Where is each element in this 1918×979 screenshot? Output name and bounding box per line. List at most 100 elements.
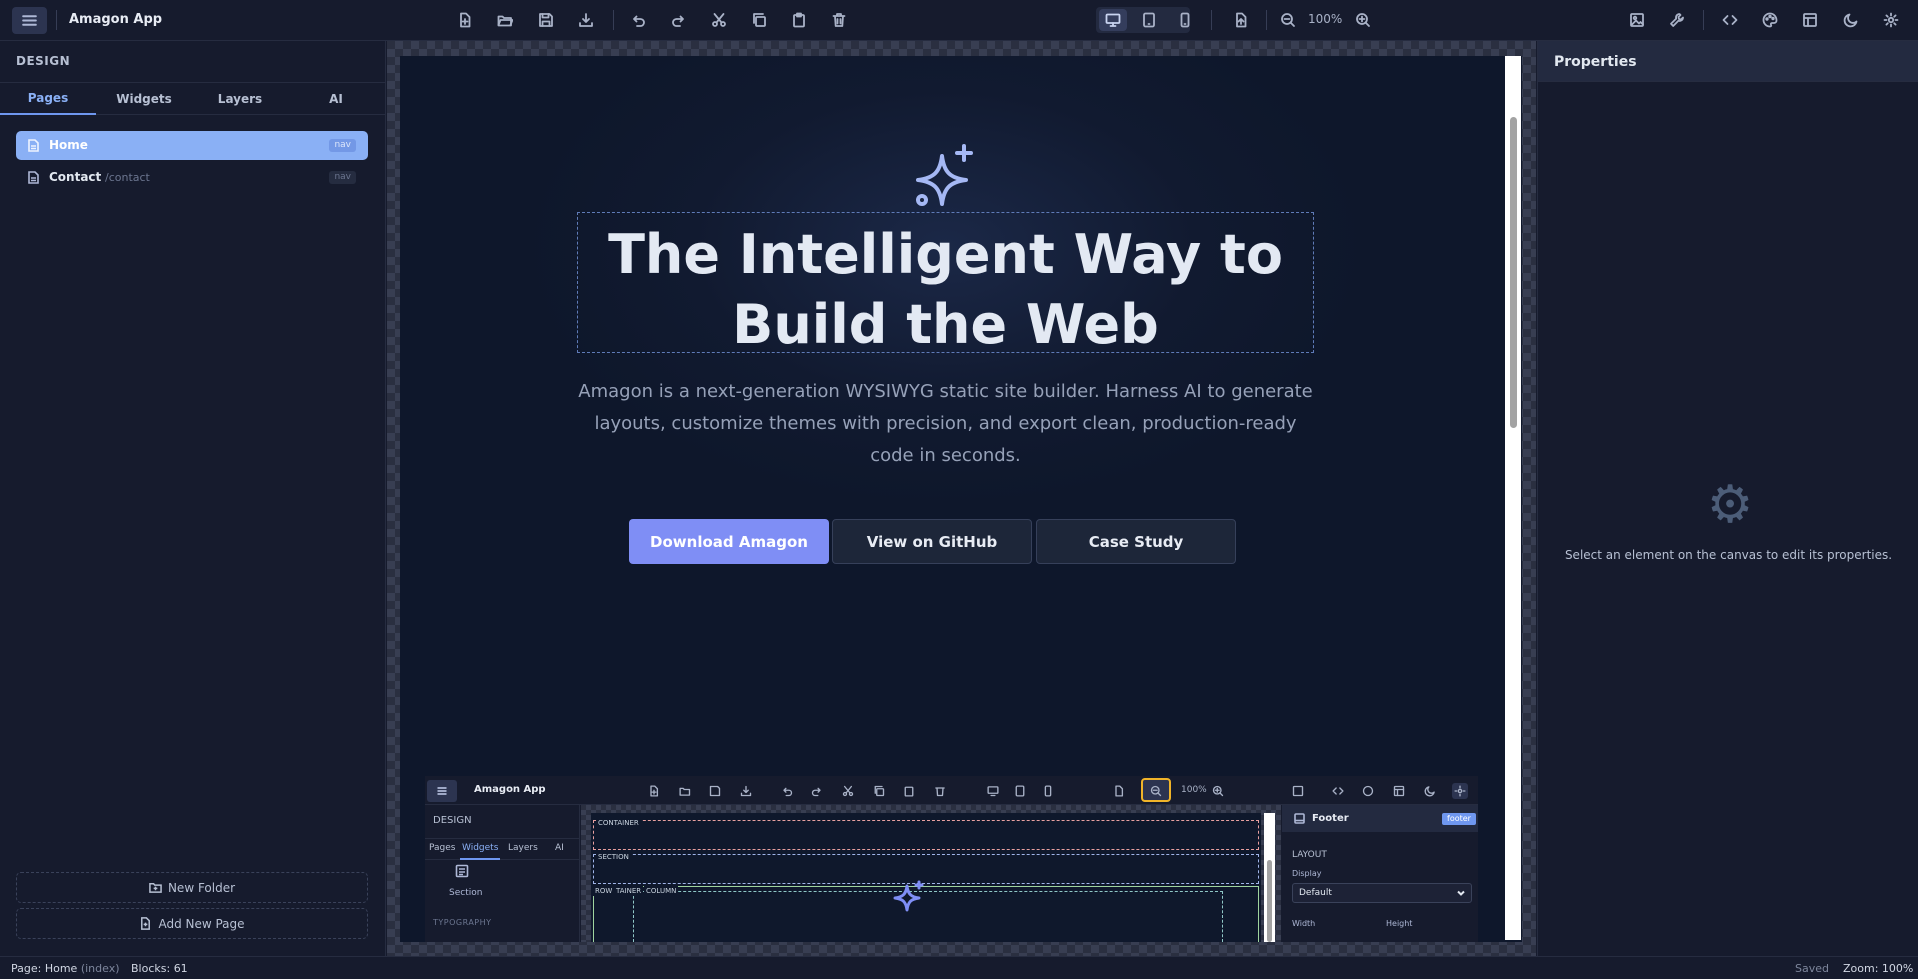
paste-icon[interactable]	[786, 8, 812, 32]
case-study-button[interactable]: Case Study	[1036, 519, 1236, 564]
page-icon	[28, 171, 39, 184]
hero-headline[interactable]: The Intelligent Way to Build the Web	[577, 220, 1314, 360]
top-toolbar: Amagon App 100%	[0, 0, 1918, 41]
page-settings-icon[interactable]	[1228, 8, 1254, 32]
tab-ai[interactable]: AI	[288, 83, 384, 115]
add-page-button[interactable]: Add New Page	[16, 908, 368, 939]
preview-toolbar: Amagon App 100%	[425, 776, 1478, 805]
mobile-icon[interactable]	[1172, 8, 1198, 32]
tablet-icon	[1012, 783, 1028, 799]
desktop-icon	[985, 783, 1001, 799]
settings-icon[interactable]	[1878, 8, 1904, 32]
zoom-in-icon[interactable]	[1350, 8, 1376, 32]
typography-heading: TYPOGRAPHY	[433, 918, 492, 927]
preview-tab-ai: AI	[555, 843, 564, 853]
page-name: Home	[49, 138, 88, 152]
active-tab-indicator	[460, 858, 500, 860]
gear-icon: ⚙	[1706, 475, 1754, 535]
width-label: Width	[1292, 919, 1316, 928]
container-label: CONTAINER	[596, 818, 641, 828]
cut-icon	[840, 783, 856, 799]
zoom-out-icon	[1148, 783, 1164, 799]
separator	[56, 10, 57, 30]
properties-panel: Properties ⚙ Select an element on the ca…	[1537, 41, 1918, 956]
dark-mode-icon[interactable]	[1838, 8, 1864, 32]
sparkle-icon	[912, 142, 980, 210]
canvas-scrollbar-thumb[interactable]	[1510, 117, 1517, 428]
file-plus-icon	[141, 917, 151, 930]
page-preview: The Intelligent Way to Build the Web Ama…	[400, 56, 1522, 942]
status-page: Page: Home (index)	[11, 962, 120, 975]
layout-icon[interactable]	[1797, 8, 1823, 32]
page-item-home[interactable]: Home nav	[16, 131, 368, 160]
nav-badge: nav	[329, 139, 356, 152]
new-file-icon[interactable]	[452, 8, 478, 32]
preview-properties-title: Footer	[1312, 813, 1349, 824]
preview-tab-pages: Pages	[429, 843, 456, 853]
section-widget-icon	[455, 864, 469, 878]
new-folder-button[interactable]: New Folder	[16, 872, 368, 903]
zoom-out-icon[interactable]	[1275, 8, 1301, 32]
status-zoom-value: 100%	[1881, 962, 1914, 975]
tab-pages[interactable]: Pages	[0, 83, 96, 115]
hero-subtitle[interactable]: Amagon is a next-generation WYSIWYG stat…	[577, 376, 1314, 472]
undo-icon[interactable]	[625, 8, 651, 32]
inner-container-label: TAINER	[614, 886, 644, 896]
copy-icon[interactable]	[746, 8, 772, 32]
row-label: ROW	[593, 886, 615, 896]
page-name: Contact	[49, 170, 102, 184]
page-item-contact[interactable]: Contact /contact nav	[16, 163, 368, 192]
preview-canvas: CONTAINER SECTION ROW TAINER COLUMN	[581, 805, 1281, 942]
download-button[interactable]: Download Amagon	[629, 519, 829, 564]
status-blocks-count: 61	[173, 962, 188, 975]
export-icon[interactable]	[573, 8, 599, 32]
preview-sidebar-heading: DESIGN	[433, 815, 472, 826]
new-file-icon	[646, 783, 662, 799]
code-icon[interactable]	[1717, 8, 1743, 32]
status-page-index: (index)	[80, 962, 120, 975]
wrench-icon[interactable]	[1664, 8, 1690, 32]
footer-icon	[1294, 813, 1305, 824]
export-icon	[738, 783, 754, 799]
github-button[interactable]: View on GitHub	[832, 519, 1032, 564]
dark-mode-icon	[1422, 783, 1438, 799]
nav-badge: nav	[329, 171, 356, 184]
app-title: Amagon App	[69, 12, 163, 27]
save-status: Saved	[1795, 962, 1829, 975]
layout-heading: LAYOUT	[1292, 850, 1327, 860]
desktop-icon[interactable]	[1099, 9, 1127, 31]
preview-zoom-level: 100%	[1181, 785, 1207, 795]
preview-scrollbar-thumb	[1267, 860, 1272, 942]
cut-icon[interactable]	[706, 8, 732, 32]
chevron-down-icon	[1457, 889, 1465, 897]
redo-icon[interactable]	[666, 8, 692, 32]
display-value: Default	[1299, 888, 1332, 898]
folder-plus-icon	[149, 883, 162, 893]
status-page-name: Home	[44, 962, 78, 975]
display-select: Default	[1292, 883, 1472, 903]
left-sidebar: DESIGN Pages Widgets Layers AI Home nav …	[0, 41, 386, 956]
palette-icon	[1360, 783, 1376, 799]
mobile-icon	[1040, 783, 1056, 799]
tablet-icon[interactable]	[1136, 8, 1162, 32]
menu-icon[interactable]	[12, 7, 47, 34]
menu-icon	[427, 780, 457, 802]
preview-tab-layers: Layers	[508, 843, 538, 853]
delete-icon[interactable]	[826, 8, 852, 32]
tab-widgets[interactable]: Widgets	[96, 83, 192, 115]
image-icon[interactable]	[1624, 8, 1650, 32]
section-widget-label: Section	[449, 888, 483, 898]
container-outline	[593, 820, 1259, 850]
copy-icon	[871, 783, 887, 799]
open-folder-icon[interactable]	[492, 8, 518, 32]
tab-layers[interactable]: Layers	[192, 83, 288, 115]
palette-icon[interactable]	[1757, 8, 1783, 32]
preview-tab-widgets: Widgets	[462, 843, 499, 853]
page-icon	[28, 139, 39, 152]
separator	[1211, 10, 1212, 30]
properties-title: Properties	[1554, 54, 1637, 70]
preview-sidebar: DESIGN Pages Widgets Layers AI Section T…	[425, 805, 580, 942]
column-label: COLUMN	[644, 886, 679, 896]
redo-icon	[809, 783, 825, 799]
save-icon[interactable]	[533, 8, 559, 32]
